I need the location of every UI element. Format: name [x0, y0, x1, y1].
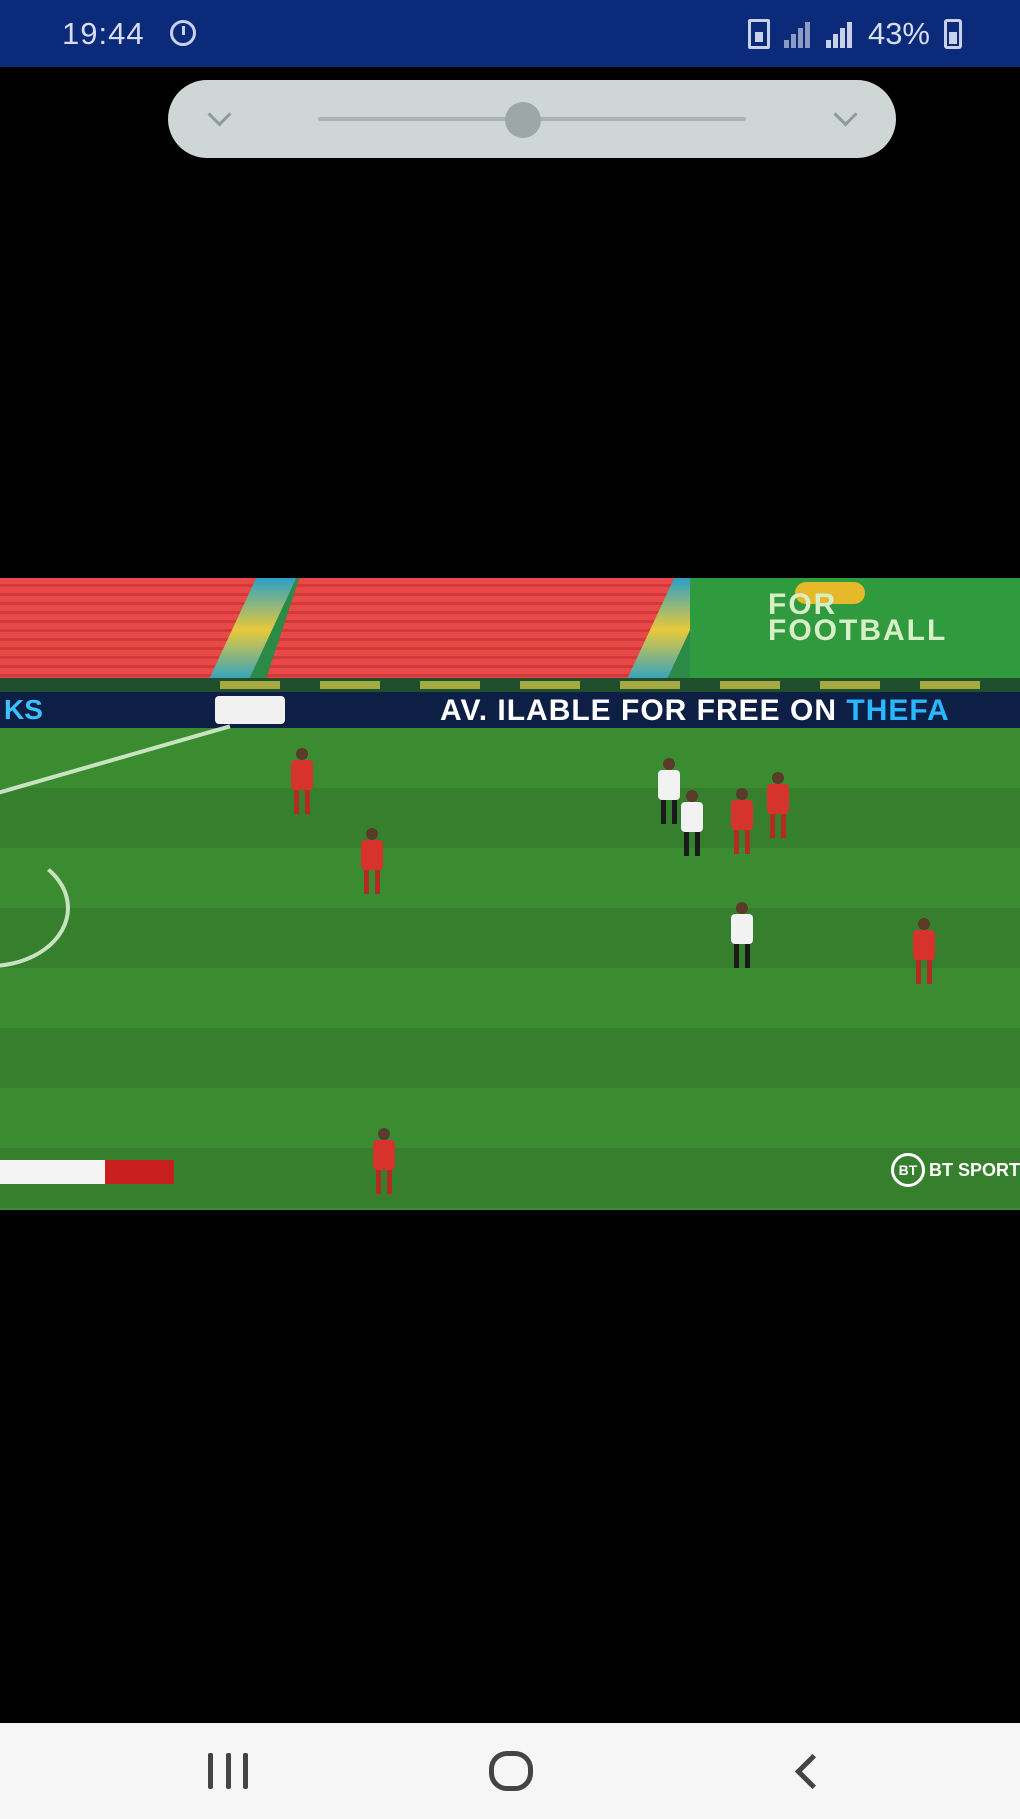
player-red	[358, 828, 384, 898]
hoarding-text: AV. ILABLE FOR FREE ON THEFA	[440, 692, 950, 728]
signal-icon	[783, 20, 812, 48]
volume-slider-panel	[168, 80, 896, 158]
hoarding-left-text: KS	[4, 694, 43, 725]
hoarding-logo	[215, 696, 285, 724]
clock-icon	[170, 20, 196, 46]
chevron-down-icon[interactable]	[834, 106, 856, 128]
back-icon[interactable]	[790, 1753, 814, 1789]
slider-thumb[interactable]	[505, 102, 542, 138]
score-away	[105, 1160, 174, 1184]
status-right-group: 43%	[747, 16, 962, 51]
stand-seats	[265, 578, 695, 682]
score-bug	[0, 1160, 174, 1184]
broadcaster-logo: BT BT SPORT	[890, 1152, 1020, 1188]
signal-icon	[825, 20, 854, 48]
stand-banner-text: FOR FOOTBALL	[768, 588, 948, 647]
football-pitch	[0, 724, 1020, 1210]
status-bar: 19:44 43%	[0, 0, 1020, 67]
player-red	[370, 1128, 396, 1198]
player-white	[678, 790, 704, 860]
hoarding-text-accent: THEFA	[846, 694, 950, 727]
home-icon[interactable]	[489, 1751, 533, 1791]
player-red	[764, 772, 790, 842]
recent-apps-icon[interactable]	[208, 1753, 248, 1789]
broadcaster-name: BT SPORT	[928, 1159, 1020, 1180]
score-home	[0, 1160, 105, 1184]
hoarding-text-main: AV. ILABLE FOR FREE ON	[440, 694, 847, 727]
status-time: 19:44	[62, 16, 145, 51]
player-red	[910, 918, 936, 988]
video-player[interactable]: FOR FOOTBALL KS AV. ILABLE FOR FREE ON T…	[0, 578, 1020, 1210]
navigation-bar	[0, 1723, 1020, 1819]
centre-circle	[0, 848, 70, 968]
player-white	[728, 902, 754, 972]
chevron-down-icon[interactable]	[208, 106, 230, 128]
sim-card-icon	[747, 19, 770, 49]
pitch-line	[0, 724, 231, 800]
player-red	[728, 788, 754, 858]
ad-strip	[0, 678, 1020, 692]
stadium-stands: FOR FOOTBALL	[0, 578, 1020, 686]
advertising-hoarding: KS AV. ILABLE FOR FREE ON THEFA	[0, 692, 1020, 728]
battery-icon	[944, 19, 962, 49]
player-red	[288, 748, 314, 818]
battery-percent: 43%	[867, 16, 930, 51]
bt-logo-icon: BT	[890, 1153, 925, 1187]
